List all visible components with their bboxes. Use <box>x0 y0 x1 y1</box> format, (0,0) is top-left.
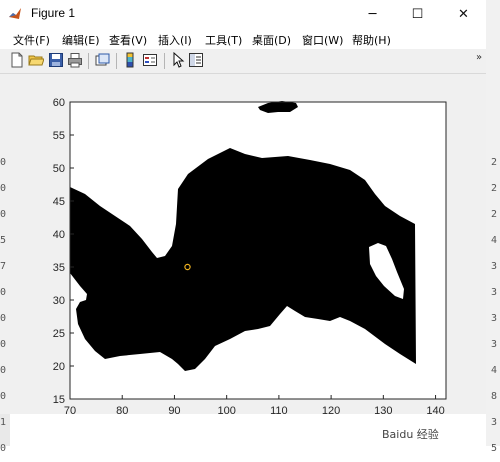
y-tick-label: 40 <box>53 229 65 241</box>
toolbar-separator <box>116 53 117 69</box>
background-digit: 0 <box>0 339 7 350</box>
background-digit: 0 <box>0 209 7 220</box>
background-digit: 3 <box>491 261 498 272</box>
y-tick-label: 60 <box>53 97 65 109</box>
background-digit: 4 <box>491 365 498 376</box>
watermark: Baidu 经验 <box>382 428 439 441</box>
property-inspector-icon[interactable] <box>188 52 204 68</box>
toolbar-separator <box>164 53 165 69</box>
x-tick-label: 70 <box>64 405 76 414</box>
menu-edit[interactable]: 编辑(E) <box>62 32 100 48</box>
window-title: Figure 1 <box>31 6 76 20</box>
menu-desktop[interactable]: 桌面(D) <box>252 32 291 48</box>
link-plot-icon[interactable] <box>94 52 110 68</box>
menu-tools[interactable]: 工具(T) <box>205 32 242 48</box>
plot-svg[interactable]: 70 80 90 100 110 120 130 140 152025303540455055… <box>0 74 486 414</box>
x-tick-label: 90 <box>168 405 180 414</box>
menu-help[interactable]: 帮助(H) <box>352 32 391 48</box>
menu-bar: 文件(F) 编辑(E) 查看(V) 插入(I) 工具(T) 桌面(D) 窗口(W… <box>0 29 486 49</box>
background-digit: 0 <box>0 183 7 194</box>
x-tick-label: 120 <box>322 405 340 414</box>
x-tick-label: 110 <box>270 405 288 414</box>
menu-window[interactable]: 窗口(W) <box>302 32 343 48</box>
toolbar: » <box>0 49 486 74</box>
y-tick-label: 25 <box>53 328 65 340</box>
matlab-logo-icon <box>9 8 21 19</box>
y-tick-label: 45 <box>53 196 65 208</box>
x-tick-label: 80 <box>116 405 128 414</box>
menu-view[interactable]: 查看(V) <box>109 32 147 48</box>
insert-legend-icon[interactable] <box>142 52 158 68</box>
figure-window: Figure 1 ─ ☐ ✕ 文件(F) 编辑(E) 查看(V) 插入(I) 工… <box>0 0 486 414</box>
background-right-text: 2 2 2 4 3 3 3 3 4 8 3 5 <box>491 150 500 462</box>
background-digit: 2 <box>491 157 498 168</box>
y-tick-label: 15 <box>53 394 65 406</box>
background-digit: 0 <box>0 287 7 298</box>
toolbar-overflow-icon[interactable]: » <box>476 52 482 63</box>
close-button[interactable]: ✕ <box>441 0 486 29</box>
background-digit: 2 <box>491 183 498 194</box>
menu-insert[interactable]: 插入(I) <box>158 32 192 48</box>
background-digit: 1 <box>0 417 7 428</box>
background-digit: 2 <box>491 209 498 220</box>
minimize-button[interactable]: ─ <box>350 0 395 29</box>
x-tick-label: 130 <box>374 405 392 414</box>
background-digit: 3 <box>491 313 498 324</box>
background-digit: 0 <box>0 313 7 324</box>
background-left-text: 0 0 0 5 7 0 0 0 0 0 1 0 <box>0 150 10 462</box>
insert-colorbar-icon[interactable] <box>122 52 138 68</box>
toolbar-separator <box>88 53 89 69</box>
background-digit: 0 <box>0 391 7 402</box>
background-digit: 0 <box>0 443 7 454</box>
background-digit: 0 <box>0 157 7 168</box>
background-digit: 3 <box>491 417 498 428</box>
x-tick-label: 100 <box>217 405 235 414</box>
new-figure-icon[interactable] <box>9 52 25 68</box>
y-tick-label: 55 <box>53 130 65 142</box>
background-digit: 8 <box>491 391 498 402</box>
edit-plot-icon[interactable] <box>170 52 186 68</box>
maximize-button[interactable]: ☐ <box>395 0 440 29</box>
x-tick-label: 140 <box>426 405 444 414</box>
background-digit: 4 <box>491 235 498 246</box>
print-icon[interactable] <box>67 52 83 68</box>
y-tick-label: 30 <box>53 295 65 307</box>
background-digit: 5 <box>0 235 7 246</box>
open-file-icon[interactable] <box>28 52 44 68</box>
title-bar[interactable]: Figure 1 ─ ☐ ✕ <box>0 0 486 29</box>
background-digit: 5 <box>491 443 498 454</box>
save-icon[interactable] <box>48 52 64 68</box>
background-digit: 3 <box>491 339 498 350</box>
menu-file[interactable]: 文件(F) <box>13 32 50 48</box>
background-digit: 3 <box>491 287 498 298</box>
background-digit: 7 <box>0 261 7 272</box>
y-tick-label: 35 <box>53 262 65 274</box>
background-digit: 0 <box>0 365 7 376</box>
figure-canvas: 70 80 90 100 110 120 130 140 15 20 25 30 35 40 45 50 55… <box>0 74 486 414</box>
y-tick-label: 20 <box>53 361 65 373</box>
y-tick-label: 50 <box>53 163 65 175</box>
